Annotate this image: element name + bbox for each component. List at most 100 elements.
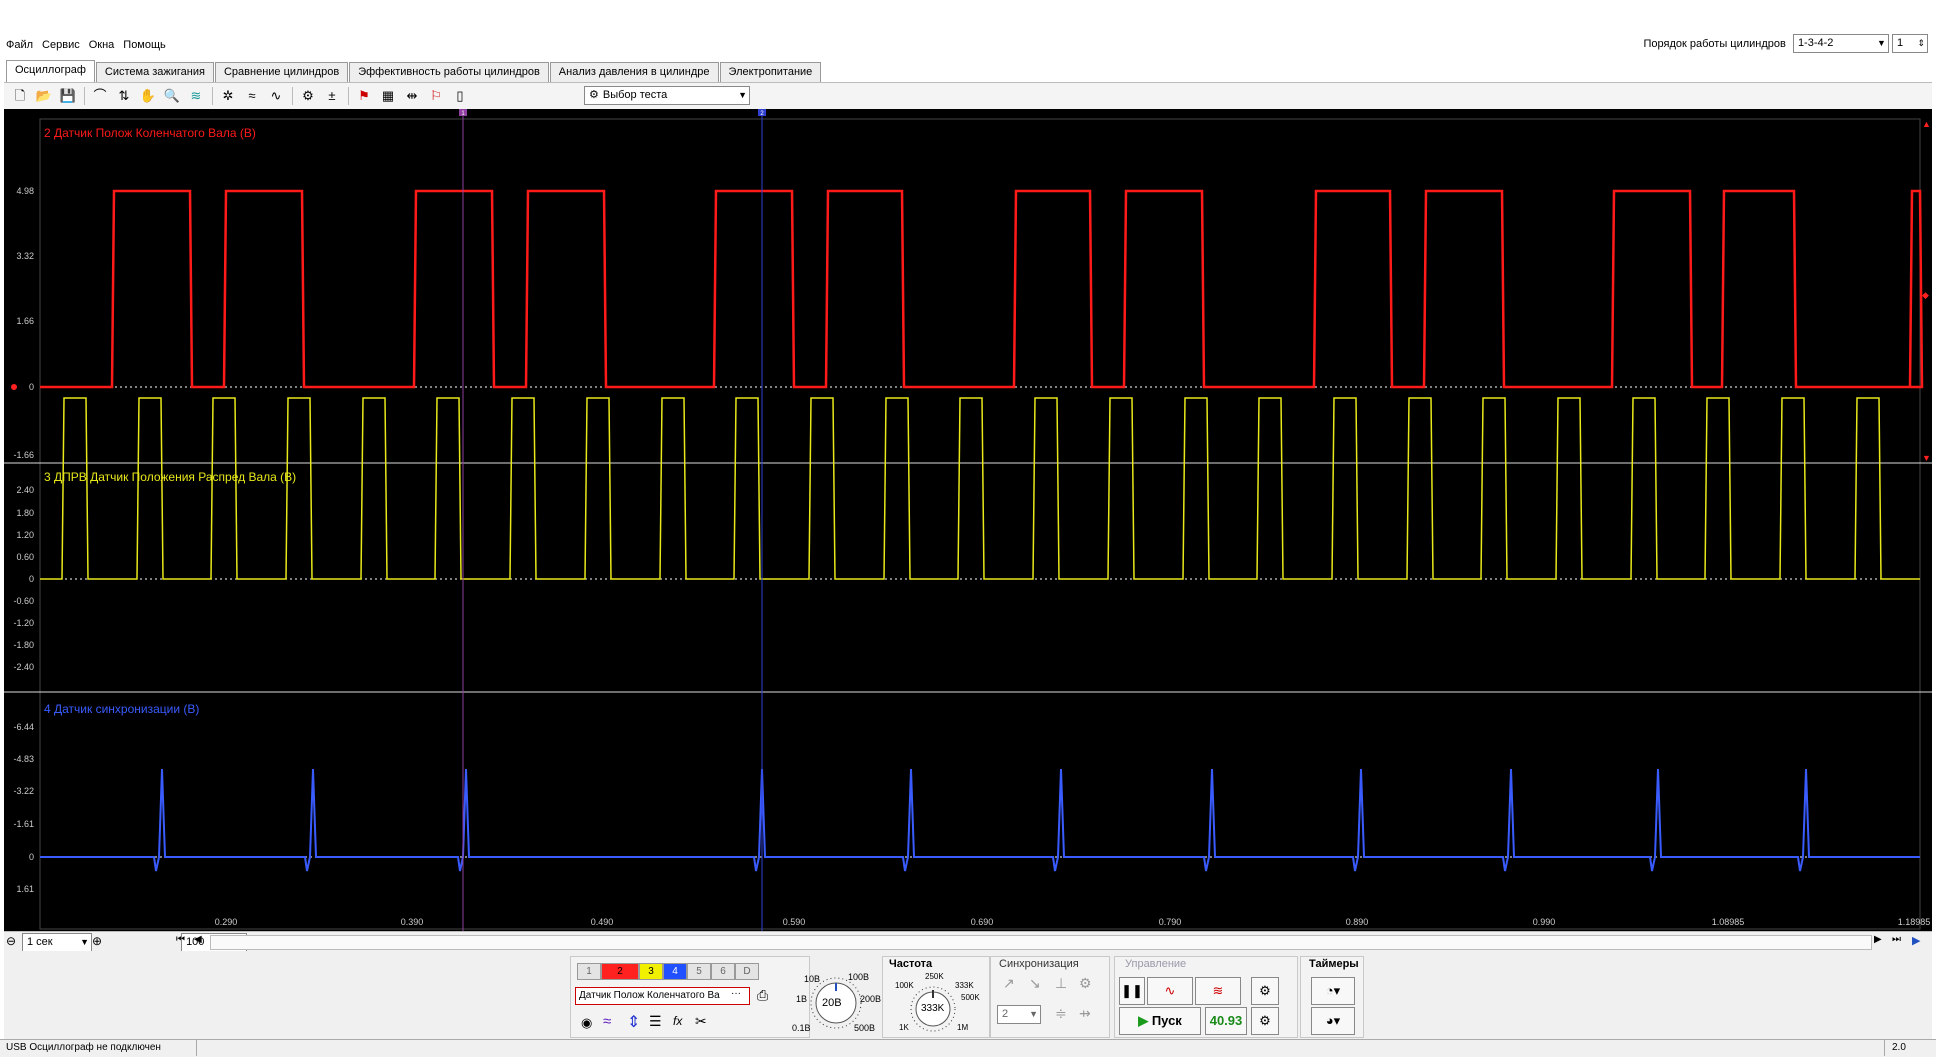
- menu-windows[interactable]: Окна: [86, 37, 118, 53]
- auto-button[interactable]: ⚙: [1251, 977, 1279, 1005]
- sync-offset-icon[interactable]: ⇸: [1079, 1005, 1091, 1022]
- waveform-icon[interactable]: ≈: [603, 1013, 611, 1030]
- waveform-invert-icon[interactable]: ∿: [266, 86, 286, 106]
- zoom-out-icon[interactable]: ⊖: [6, 934, 16, 948]
- knob-label: 333K: [955, 981, 974, 990]
- status-bar: USB Осциллограф не подключен 2.0: [0, 1039, 1936, 1057]
- stack-channels-icon[interactable]: ≋: [186, 86, 206, 106]
- cylinder-order-panel: Порядок работы цилиндров 1-3-4-2 ▼ 1 ⇕: [1644, 34, 1928, 58]
- filter-icon[interactable]: ✲: [218, 86, 238, 106]
- channel-5-button[interactable]: 5: [687, 963, 711, 980]
- lines-icon[interactable]: ☰: [649, 1013, 662, 1030]
- oscilloscope-display[interactable]: 4.98 3.32 1.66 0 -1.66 2 Датчик Полож Коленча…: [4, 109, 1932, 931]
- toolbar-separator: [84, 87, 85, 105]
- channel-name-label: 4 Датчик синхронизации (В): [44, 702, 199, 716]
- new-file-icon[interactable]: 🗋: [10, 86, 30, 106]
- channel-4-button[interactable]: 4: [663, 963, 687, 980]
- knob-label: 100K: [895, 981, 914, 990]
- tools-icon[interactable]: ✂: [695, 1013, 707, 1030]
- voltage-knob-area: 20В 10В 100В 1В 200В 0.1В 500В: [792, 961, 882, 1037]
- chevron-down-icon: ▼: [1029, 1009, 1038, 1019]
- auto-icon: ⚙: [1259, 983, 1271, 998]
- auto-scale-icon[interactable]: ⌒: [90, 86, 110, 106]
- sine-mode-button[interactable]: ∿: [1147, 977, 1193, 1005]
- falling-edge-icon[interactable]: ↘: [1029, 975, 1041, 992]
- timer-1-button[interactable]: ◔▾: [1311, 977, 1355, 1005]
- channel-2-button[interactable]: 2: [601, 963, 639, 980]
- play-icon[interactable]: ▶: [1912, 934, 1920, 947]
- menu-file[interactable]: Файл: [3, 37, 36, 53]
- go-first-icon[interactable]: ⏮: [176, 934, 185, 945]
- scope-plot[interactable]: 4.98 3.32 1.66 0 -1.66 2 Датчик Полож Коленча…: [4, 109, 1932, 931]
- toolbar-separator: [212, 87, 213, 105]
- y-tick-label: 1.80: [16, 508, 34, 518]
- y-tick-label: -1.20: [13, 618, 34, 628]
- y-tick-label: -0.60: [13, 596, 34, 606]
- tab-oscilloscope[interactable]: Осциллограф: [6, 60, 95, 84]
- auto-icon[interactable]: ⚙: [298, 86, 318, 106]
- zero-offset-icon[interactable]: ±: [322, 86, 342, 106]
- channel-3-button[interactable]: 3: [639, 963, 663, 980]
- noise-mode-button[interactable]: ≋: [1195, 977, 1241, 1005]
- menu-service[interactable]: Сервис: [39, 37, 83, 53]
- cylinder-order-select[interactable]: 1-3-4-2 ▼: [1792, 34, 1889, 53]
- open-folder-icon[interactable]: 📂: [34, 86, 54, 106]
- y-tick-label: 2.40: [16, 485, 34, 495]
- rising-edge-icon[interactable]: ↗: [1003, 975, 1015, 992]
- hand-pan-icon[interactable]: ✋: [138, 86, 158, 106]
- x-tick-label: 0.390: [401, 917, 424, 927]
- test-select[interactable]: ⚙ Выбор теста ▼: [584, 86, 750, 105]
- tab-power[interactable]: Электропитание: [719, 62, 822, 83]
- split-icon[interactable]: ⇹: [402, 86, 422, 106]
- function-icon[interactable]: fx: [673, 1014, 682, 1028]
- timeline-scrollbar[interactable]: [210, 935, 1872, 950]
- tab-ignition[interactable]: Система зажигания: [95, 62, 214, 83]
- cylinder-index-stepper[interactable]: 1 ⇕: [1892, 34, 1928, 53]
- menu-help[interactable]: Помощь: [120, 37, 169, 53]
- sensor-select[interactable]: Датчик Полож Коленчатого Ва: [575, 987, 750, 1005]
- y-tick-label: -4.83: [13, 754, 34, 764]
- step-back-icon[interactable]: ◀: [194, 934, 202, 945]
- pause-button[interactable]: ❚❚: [1119, 977, 1145, 1005]
- play-icon: ▶: [1138, 1013, 1149, 1028]
- plot-frame: [39, 118, 1921, 930]
- sync-settings-icon[interactable]: ⚙: [1079, 975, 1092, 992]
- vertical-move-icon[interactable]: ⇕: [627, 1012, 640, 1032]
- tab-bar: Осциллограф Система зажигания Сравнение ци…: [6, 59, 822, 84]
- spin-arrows-icon: ⇕: [1917, 38, 1925, 48]
- channel-1-button[interactable]: 1: [577, 963, 601, 980]
- go-last-icon[interactable]: ⏭: [1892, 934, 1901, 945]
- status-divider: [1884, 1040, 1885, 1056]
- timebase-select[interactable]: 1 сек ▼: [22, 933, 92, 952]
- tab-pressure-analysis[interactable]: Анализ давления в цилиндре: [549, 62, 719, 83]
- timers-title: Таймеры: [1309, 958, 1359, 970]
- knob-label: 500В: [854, 1023, 876, 1033]
- notes-icon[interactable]: ▯: [450, 86, 470, 106]
- cursor-measure-icon[interactable]: ⇅: [114, 86, 134, 106]
- start-button[interactable]: ▶ Пуск: [1119, 1007, 1201, 1035]
- printer-icon[interactable]: ⎙: [757, 987, 768, 1004]
- level-icon[interactable]: ⊥: [1055, 975, 1067, 992]
- waveform-overlay-icon[interactable]: ≈: [242, 86, 262, 106]
- x-tick-label: 0.290: [215, 917, 238, 927]
- channel-6-button[interactable]: 6: [711, 963, 735, 980]
- counter-display: 40.93: [1205, 1007, 1247, 1035]
- zoom-icon[interactable]: 🔍: [162, 86, 182, 106]
- channel-d-button[interactable]: D: [735, 963, 759, 980]
- grid-icon[interactable]: ▦: [378, 86, 398, 106]
- step-forward-icon[interactable]: ▶: [1874, 934, 1882, 945]
- flag-icon[interactable]: ⚐: [426, 86, 446, 106]
- save-icon[interactable]: 💾: [58, 86, 78, 106]
- sync-level-icon[interactable]: ≑: [1055, 1005, 1067, 1022]
- sync-channel-select[interactable]: 2 ▼: [997, 1005, 1041, 1024]
- zoom-in-icon[interactable]: ⊕: [92, 934, 102, 948]
- more-icon[interactable]: ···: [731, 988, 741, 999]
- tab-cylinder-compare[interactable]: Сравнение цилиндров: [214, 62, 349, 83]
- frequency-value: 333K: [921, 1003, 945, 1014]
- eye-icon[interactable]: ◉: [581, 1015, 592, 1031]
- tab-cylinder-efficiency[interactable]: Эффективность работы цилиндров: [349, 62, 549, 83]
- auto-record-button[interactable]: ⚙: [1251, 1007, 1279, 1035]
- marker-icon[interactable]: ⚑: [354, 86, 374, 106]
- channel-3-trace: [40, 397, 1920, 580]
- timer-2-button[interactable]: ◕▾: [1311, 1007, 1355, 1035]
